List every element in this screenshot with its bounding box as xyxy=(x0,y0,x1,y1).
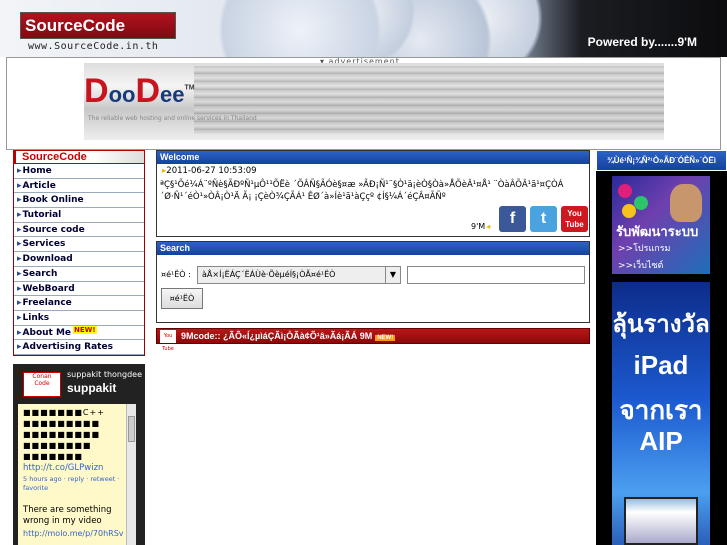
search-input[interactable] xyxy=(407,266,585,284)
advertisement-tagline: The reliable web hosting and online serv… xyxy=(88,115,257,122)
tweet-link[interactable]: http://molo.me/p/70hRSv xyxy=(23,528,127,539)
search-title: Search xyxy=(157,242,589,255)
doodee-logo[interactable]: DooDeeTM xyxy=(84,72,195,111)
development-banner[interactable]: รับพัฒนาระบบ >>โปรแกรม >>เว็บไซต์ xyxy=(612,176,710,274)
twitter-full-name: suppakit thongdee xyxy=(67,370,143,379)
logo-text: SourceCode xyxy=(25,16,126,35)
decorative-dot xyxy=(622,204,636,218)
banner-line: >>โปรแกรม xyxy=(618,244,671,254)
welcome-title: Welcome xyxy=(157,151,589,164)
promo-line: จากเรา xyxy=(619,395,703,425)
decorative-dot xyxy=(618,184,632,198)
avatar[interactable]: Conan Code xyxy=(23,372,61,397)
new-badge: NEW! xyxy=(375,335,396,341)
tweet-text-line: ■■■■■■■■ xyxy=(23,441,92,450)
sidebar-item-home[interactable]: Home xyxy=(14,164,144,179)
decorative-dot xyxy=(634,196,648,210)
search-label: ¤é¹ËÒ : xyxy=(161,270,191,279)
tweet-text-line: ■■■■■■■C++ xyxy=(23,408,105,417)
sidebar-menu: Home Article Book Online Tutorial Source… xyxy=(13,164,145,356)
site-logo[interactable]: SourceCode xyxy=(20,12,176,39)
tweet-text-line: ■■■■■■■■■ xyxy=(23,430,101,439)
banner-line: >>เว็บไซต์ xyxy=(618,261,664,271)
tweet-text-line: ■■■■■■■ xyxy=(23,452,83,461)
facebook-icon[interactable]: f xyxy=(499,206,526,232)
tweet-text: There are something wrong in my video xyxy=(23,505,112,526)
tweet-link[interactable]: http://t.co/GLPwizn xyxy=(23,463,103,474)
sidebar-item-about-me[interactable]: About MeNEW! xyxy=(14,325,144,341)
right-sidebar: ¾Ùé¹Ñ¡¾Ñ²¹Ò»ÃÐ¨ÓÊÑ»´ÒËì รับพัฒนาระบบ >>โ… xyxy=(596,150,727,545)
sidebar-item-search[interactable]: Search xyxy=(14,266,144,282)
tweet-text-line: ■■■■■■■■■ xyxy=(23,419,101,428)
sidebar-item-webboard[interactable]: WebBoard xyxy=(14,281,144,297)
twitter-widget: Conan Code suppakit thongdee suppakit ■■… xyxy=(13,364,145,545)
right-heading: ¾Ùé¹Ñ¡¾Ñ²¹Ò»ÃÐ¨ÓÊÑ»´ÒËì xyxy=(596,150,727,171)
youtube-video-title[interactable]: 9Mcode:: ¿ÃÕ«Í¿µìáÇÃì¡ÒÃà¢Õ¹â»Ãá¡ÃÁ 9M NE… xyxy=(181,331,396,341)
sidebar-item-book-online[interactable]: Book Online xyxy=(14,193,144,209)
sidebar-item-article[interactable]: Article xyxy=(14,178,144,194)
site-header: SourceCode www.SourceCode.in.th Powered … xyxy=(0,0,727,57)
tweet-feed: ■■■■■■■C++ ■■■■■■■■■ ■■■■■■■■■ ■■■■■■■■ … xyxy=(18,404,136,545)
tweet-scrollbar[interactable] xyxy=(126,404,136,545)
welcome-datetime: 2011-06-27 10:53:09 xyxy=(162,166,256,176)
search-category-value: àÅ×Í¡ËÁÇ´ËÁÙè·ÕèµéÍ§¡ÒÃ¤é¹ËÒ xyxy=(202,270,336,279)
youtube-icon[interactable]: You Tube xyxy=(561,206,588,232)
search-panel: Search ¤é¹ËÒ : àÅ×Í¡ËÁÇ´ËÁÙè·ÕèµéÍ§¡ÒÃ¤é… xyxy=(156,241,590,323)
welcome-panel: Welcome 2011-06-27 10:53:09 ªÇ§¹Õé¼Á¨ºÑè… xyxy=(156,150,590,237)
tweet-meta[interactable]: 5 hours ago · reply · retweet · favorite xyxy=(23,475,127,493)
youtube-icon: You Tube xyxy=(160,330,176,352)
promo-line: iPad xyxy=(633,350,689,380)
welcome-signature: 9'M xyxy=(471,222,490,231)
sidebar-item-advertising-rates[interactable]: Advertising Rates xyxy=(14,340,144,355)
sidebar-item-source-code[interactable]: Source code xyxy=(14,222,144,238)
chevron-down-icon[interactable]: ▼ xyxy=(385,267,400,283)
server-rack-image xyxy=(194,66,664,134)
ipad-image xyxy=(624,497,698,545)
sidebar-item-services[interactable]: Services xyxy=(14,237,144,253)
logo-url: www.SourceCode.in.th xyxy=(28,41,159,52)
sidebar-item-links[interactable]: Links xyxy=(14,310,144,326)
sidebar-item-tutorial[interactable]: Tutorial xyxy=(14,208,144,223)
banner-title: รับพัฒนาระบบ xyxy=(616,224,699,239)
promo-line: AIP xyxy=(639,426,683,456)
promo-line: ลุ้นรางวัล xyxy=(612,311,710,338)
scrollbar-thumb[interactable] xyxy=(128,416,135,442)
search-category-select[interactable]: àÅ×Í¡ËÁÇ´ËÁÙè·ÕèµéÍ§¡ÒÃ¤é¹ËÒ ▼ xyxy=(197,266,401,284)
welcome-text: ªÇ§¹Õé¼Á¨ºÑè§ÃÐºÑ¹µÔ¹¹ÕËè ´ÕÂÑ§ÃÓè§¤æ »Ã… xyxy=(160,180,564,202)
youtube-video-bar[interactable]: You Tube 9Mcode:: ¿ÃÕ«Í¿µìáÇÃì¡ÒÃà¢Õ¹â»Ã… xyxy=(156,328,590,352)
person-photo xyxy=(670,184,702,222)
new-badge: NEW! xyxy=(73,325,97,334)
search-button[interactable]: ¤é¹ËÒ xyxy=(161,288,203,309)
sidebar-item-download[interactable]: Download xyxy=(14,252,144,267)
sidebar-heading: SourceCode xyxy=(13,150,145,164)
sidebar-item-freelance[interactable]: Freelance xyxy=(14,296,144,311)
twitter-username[interactable]: suppakit xyxy=(67,381,116,395)
twitter-icon[interactable]: t xyxy=(530,206,557,232)
left-sidebar: SourceCode Home Article Book Online Tuto… xyxy=(13,150,145,356)
ipad-promo-banner[interactable]: ลุ้นรางวัล iPad จากเรา AIP xyxy=(612,282,710,545)
powered-by: Powered by.......9'M xyxy=(587,35,697,49)
